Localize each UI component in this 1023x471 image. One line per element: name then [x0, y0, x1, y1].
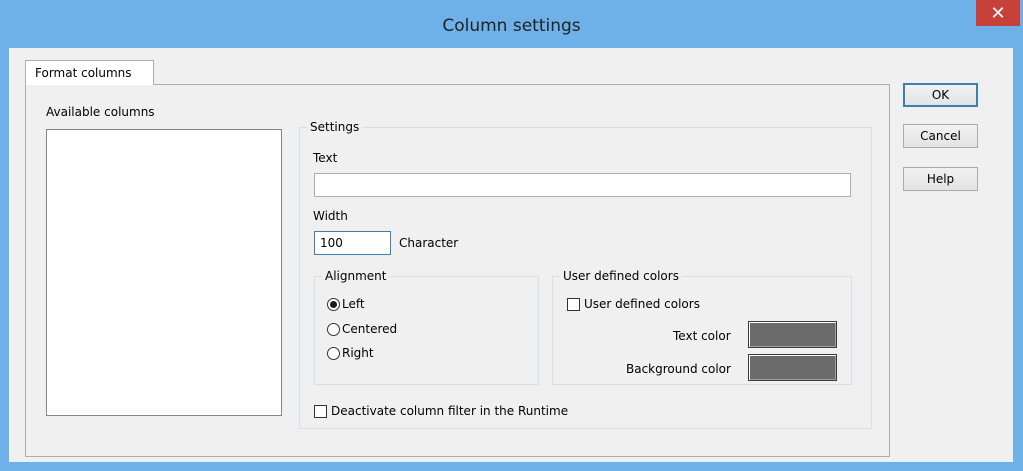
settings-group-caption: Settings	[307, 120, 363, 134]
available-columns-list[interactable]	[46, 129, 282, 416]
text-input[interactable]	[314, 173, 851, 197]
text-color-button[interactable]	[748, 321, 837, 348]
format-columns-panel: Available columns Settings Text Width Ch…	[25, 84, 890, 457]
width-input[interactable]	[314, 231, 391, 255]
settings-group: Settings Text Width Character Alignment …	[299, 120, 872, 429]
tab-format-columns[interactable]: Format columns	[25, 60, 154, 85]
background-color-label: Background color	[626, 362, 731, 376]
alignment-right-radio[interactable]: Right	[327, 346, 374, 360]
width-unit-label: Character	[399, 236, 459, 250]
deactivate-filter-checkbox[interactable]: Deactivate column filter in the Runtime	[314, 404, 568, 418]
alignment-centered-radio[interactable]: Centered	[327, 322, 397, 336]
dialog-window: Column settings ✕ Format columns Availab…	[0, 0, 1023, 471]
checkbox-unchecked-icon	[567, 297, 580, 311]
title-bar[interactable]: Column settings ✕	[0, 0, 1023, 48]
checkbox-unchecked-icon	[314, 404, 327, 418]
alignment-group: Alignment Left Centered Right	[314, 269, 539, 385]
alignment-centered-label: Centered	[342, 322, 398, 336]
alignment-left-label: Left	[342, 297, 365, 311]
alignment-group-caption: Alignment	[322, 269, 390, 283]
alignment-left-radio[interactable]: Left	[327, 297, 365, 311]
cancel-button[interactable]: Cancel	[903, 124, 978, 148]
background-color-button[interactable]	[748, 354, 837, 381]
radio-checked-icon	[327, 297, 340, 311]
user-colors-group: User defined colors User defined colors …	[552, 269, 852, 385]
close-icon: ✕	[990, 2, 1006, 24]
text-color-label: Text color	[673, 329, 731, 343]
dialog-client-area: Format columns Available columns Setting…	[9, 48, 1013, 462]
deactivate-filter-label: Deactivate column filter in the Runtime	[331, 404, 569, 418]
ok-button[interactable]: OK	[903, 83, 978, 107]
alignment-right-label: Right	[342, 346, 374, 360]
dialog-title: Column settings	[442, 16, 581, 36]
radio-unchecked-icon	[327, 346, 340, 360]
user-colors-group-caption: User defined colors	[560, 269, 682, 283]
close-button[interactable]: ✕	[976, 0, 1020, 26]
width-label: Width	[313, 209, 348, 223]
radio-unchecked-icon	[327, 322, 340, 336]
available-columns-label: Available columns	[46, 105, 155, 119]
user-defined-colors-label: User defined colors	[584, 297, 700, 311]
user-defined-colors-checkbox[interactable]: User defined colors	[567, 297, 700, 311]
text-label: Text	[313, 151, 338, 165]
help-button[interactable]: Help	[903, 167, 978, 191]
